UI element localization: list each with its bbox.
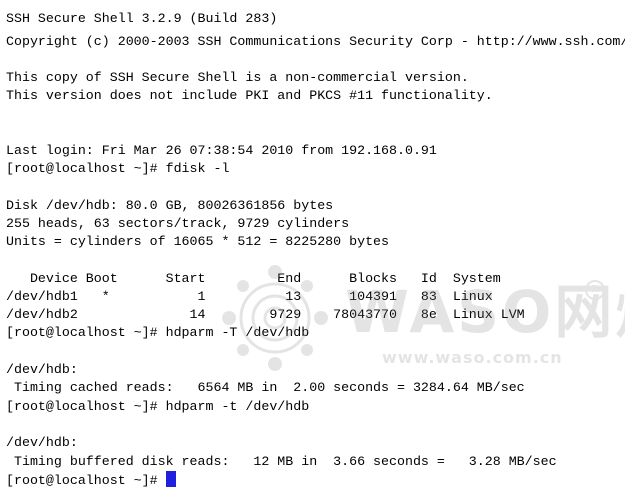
registered-mark-icon: R	[585, 280, 605, 300]
terminal-window[interactable]: SSH Secure Shell 3.2.9 (Build 283) Copyr…	[0, 0, 625, 500]
text-cursor	[165, 471, 176, 487]
terminal-line: This version does not include PKI and PK…	[6, 88, 493, 103]
terminal-line: SSH Secure Shell 3.2.9 (Build 283)	[6, 11, 278, 26]
terminal-line: /dev/hdb2 14 9729 78043770 8e Linux LVM	[6, 307, 525, 322]
terminal-line: Last login: Fri Mar 26 07:38:54 2010 fro…	[6, 143, 437, 158]
terminal-line: 255 heads, 63 sectors/track, 9729 cylind…	[6, 216, 350, 231]
terminal-line: Timing cached reads: 6564 MB in 2.00 sec…	[6, 380, 525, 395]
terminal-line: /dev/hdb1 * 1 13 104391 83 Linux	[6, 289, 493, 304]
terminal-line: Disk /dev/hdb: 80.0 GB, 80026361856 byte…	[6, 198, 334, 213]
terminal-line: [root@localhost ~]# hdparm -T /dev/hdb	[6, 325, 310, 340]
terminal-line: [root@localhost ~]# fdisk -l	[6, 161, 230, 176]
terminal-prompt: [root@localhost ~]#	[6, 473, 166, 488]
terminal-line: Copyright (c) 2000-2003 SSH Communicatio…	[6, 34, 625, 49]
terminal-line: Units = cylinders of 16065 * 512 = 82252…	[6, 234, 390, 249]
terminal-line: /dev/hdb:	[6, 362, 78, 377]
terminal-line: This copy of SSH Secure Shell is a non-c…	[6, 70, 469, 85]
terminal-line: Timing buffered disk reads: 12 MB in 3.6…	[6, 454, 557, 469]
terminal-prompt-line[interactable]: [root@localhost ~]#	[6, 471, 176, 489]
watermark-url: www.waso.com.cn	[382, 348, 563, 367]
terminal-line: [root@localhost ~]# hdparm -t /dev/hdb	[6, 399, 310, 414]
terminal-line: Device Boot Start End Blocks Id System	[6, 271, 501, 286]
terminal-line: /dev/hdb:	[6, 435, 78, 450]
